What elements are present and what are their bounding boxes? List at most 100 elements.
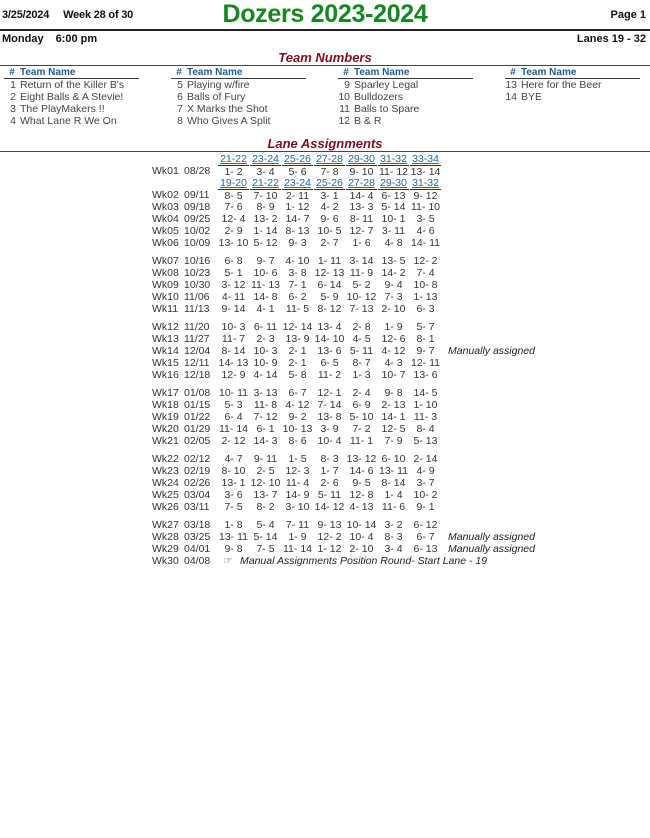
team-matchup: 1- 7: [320, 465, 339, 477]
week-label: Wk08: [152, 267, 179, 279]
team-matchup: 3- 11: [381, 225, 406, 237]
team-matchup: 14- 7: [285, 213, 310, 225]
week-row: Wk16 12/18 12- 9 4- 14 5- 8 11- 2 1- 3 10- 7 13-…: [152, 369, 535, 381]
team-matchup: 13- 6: [413, 369, 438, 381]
team-matchup: 6- 14: [317, 279, 342, 291]
team-matchup: 13- 7: [253, 489, 278, 501]
team-matchup: 9- 7: [416, 345, 435, 357]
team-row: 12 B & R: [338, 115, 473, 127]
week-date: 01/15: [184, 399, 211, 411]
team-matchup: 13- 12: [346, 453, 377, 465]
week-label: Wk11: [152, 303, 179, 315]
week-row: Wk12 11/20 10- 3 6- 11 12- 14 13- 4 2- 8 1- 9 5-…: [152, 321, 535, 333]
team-matchup: 10- 11: [219, 387, 248, 399]
team-matchup: 10- 4: [317, 435, 342, 447]
team-numbers-title: Team Numbers: [278, 50, 372, 65]
team-matchup: 10- 7: [381, 369, 406, 381]
team-matchup: 8- 1: [416, 333, 435, 345]
team-matchup: 6- 10: [381, 453, 406, 465]
week-date: 03/25: [184, 531, 211, 543]
week-row: Wk02 09/11 8- 5 7- 10 2- 11 3- 1 14- 4 6- 13 9- …: [152, 189, 535, 202]
lane-pair-label: 29-30: [348, 153, 375, 165]
team-number: 14: [505, 91, 517, 103]
team-matchup: 7- 10: [250, 189, 281, 202]
number-header: #: [510, 67, 516, 78]
team-matchup: 5- 1: [224, 267, 243, 279]
week-row: Wk27 03/18 1- 8 5- 4 7- 11 9- 13 10- 14 3- 2 6- …: [152, 519, 535, 531]
team-matchup: 7- 5: [256, 543, 275, 555]
team-matchup: 5- 13: [413, 435, 438, 447]
week-date: 04/01: [184, 543, 211, 555]
week-date: 08/28: [184, 165, 211, 177]
team-matchup: 11- 6: [381, 501, 406, 513]
lane-pair-label: 21-22: [220, 153, 247, 165]
team-matchup: 2- 12: [221, 435, 246, 447]
week-row: Wk17 01/08 10- 11 3- 13 6- 7 12- 1 2- 4 9- 8 14-…: [152, 387, 535, 399]
week-label: Wk20: [152, 423, 179, 435]
week-date: 10/23: [184, 267, 211, 279]
team-matchup: 6- 9: [352, 399, 371, 411]
week-row: Wk20 01/29 11- 14 6- 1 10- 13 3- 9 7- 2 12- 5 8-…: [152, 423, 535, 435]
team-matchup: 9- 6: [320, 213, 339, 225]
week-label: Wk06: [152, 237, 179, 249]
team-matchup: 7- 2: [352, 423, 371, 435]
week-row: Wk07 10/16 6- 8 9- 7 4- 10 1- 11 3- 14 13- 5 12-…: [152, 255, 535, 267]
team-number: 8: [177, 115, 183, 127]
team-matchup: 8- 2: [256, 501, 275, 513]
week-date: 02/05: [184, 435, 211, 447]
week-date: 01/08: [184, 387, 211, 399]
week-label: Wk25: [152, 489, 179, 501]
team-matchup: 8- 12: [317, 303, 342, 315]
team-row: 5 Playing w/fire: [171, 79, 306, 91]
week-label: Wk21: [152, 435, 179, 447]
team-matchup: 12- 6: [381, 333, 406, 345]
pointing-hand-icon: ☞: [223, 555, 233, 567]
week-label: Wk15: [152, 357, 179, 369]
week-row: Wk06 10/09 13- 10 5- 12 9- 3 2- 7 1- 6 4- 8 14- …: [152, 237, 535, 249]
team-matchup: 12- 14: [282, 321, 313, 333]
league-schedule: Monday 6:00 pm: [2, 33, 97, 45]
team-matchup: 13- 1: [221, 477, 246, 489]
week-label: Wk19: [152, 411, 179, 423]
team-matchup: 4- 13: [349, 501, 374, 513]
team-name: Balls of Fury: [187, 91, 246, 103]
team-matchup: 8- 6: [288, 435, 307, 447]
team-column: # Team Name 9 Sparley Legal 10 Bulldozers 11 Ba…: [338, 67, 473, 127]
week-date: 03/11: [184, 501, 210, 513]
team-matchup: 11- 8: [253, 399, 278, 411]
team-name: Sparley Legal: [354, 79, 419, 91]
team-row: 4 What Lane R We On: [4, 115, 139, 127]
week-row: Wk21 02/05 2- 12 14- 3 8- 6 10- 4 11- 1 7- 9 5- …: [152, 435, 535, 447]
lane-pair-label: 29-30: [380, 177, 407, 189]
team-matchup: 1- 8: [224, 519, 243, 531]
team-column: # Team Name 1 Return of the Killer B's 2 Eigh…: [4, 67, 139, 127]
team-number: 12: [338, 115, 350, 127]
team-matchup: 12- 10: [250, 477, 281, 489]
team-matchup: 1- 9: [288, 531, 307, 543]
week-row: Wk29 04/01 9- 8 7- 5 11- 14 1- 12 2- 10 3- 4 6- …: [152, 543, 535, 555]
team-matchup: 4- 11: [221, 291, 246, 303]
team-matchup: 2- 7: [320, 237, 339, 249]
team-matchup: 6- 1: [256, 423, 275, 435]
team-matchup: 1- 14: [253, 225, 278, 237]
lanes-range: Lanes 19 - 32: [576, 33, 646, 45]
lane-assignments-title: Lane Assignments: [267, 136, 383, 151]
team-matchup: 9- 11: [253, 453, 278, 465]
team-name: B & R: [354, 115, 382, 127]
team-matchup: 6- 11: [253, 321, 278, 333]
week-row: Wk14 12/04 8- 14 10- 3 2- 1 13- 6 5- 11 4- 12 9-…: [152, 345, 535, 357]
team-matchup: 13- 3: [349, 201, 374, 213]
week-label: Wk26: [152, 501, 179, 513]
team-matchup: 14- 2: [381, 267, 406, 279]
team-matchup: 1- 3: [352, 369, 371, 381]
team-matchup: 3- 14: [349, 255, 374, 267]
team-matchup: 6- 7: [416, 531, 435, 543]
week-label: Wk01: [152, 165, 179, 177]
lane-pair-label: 27-28: [348, 177, 375, 189]
team-matchup: 7- 5: [224, 501, 243, 513]
week-row: Wk03 09/18 7- 6 8- 9 1- 12 4- 2 13- 3 5- 14 11- …: [152, 201, 535, 213]
team-matchup: 3- 1: [314, 189, 345, 202]
team-matchup: 7- 8: [314, 165, 345, 178]
team-matchup: 9- 14: [221, 303, 246, 315]
team-matchup: 12- 1: [317, 387, 342, 399]
